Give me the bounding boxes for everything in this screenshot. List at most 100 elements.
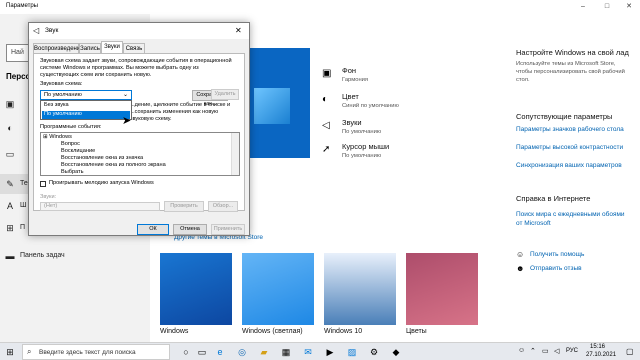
help-heading: Справка в Интернете <box>516 194 591 203</box>
theme-card-windows10[interactable] <box>324 253 396 325</box>
image-icon: ▣ <box>5 99 15 109</box>
scheme-select[interactable]: По умолчанию ⌄ <box>40 90 132 100</box>
people-icon[interactable]: ☺ <box>518 347 525 354</box>
theme-card-flowers[interactable] <box>406 253 478 325</box>
theme-option-value: Гармония <box>342 77 369 83</box>
list-item[interactable]: Восстановление окна из значка <box>61 155 143 162</box>
edge-icon[interactable]: e <box>214 346 226 358</box>
cursor-icon: ➚ <box>322 144 331 155</box>
notification-icon[interactable]: ▢ <box>626 347 634 356</box>
events-list[interactable]: ⊞ Windows Вопрос Восклицание Восстановле… <box>40 132 240 176</box>
events-scrollbar[interactable] <box>231 133 239 175</box>
get-help-link[interactable]: Получить помощь <box>530 251 584 258</box>
start-button[interactable]: ⊞ <box>4 346 16 358</box>
feedback-link[interactable]: Отправить отзыв <box>530 265 582 272</box>
cortana-icon[interactable]: ○ <box>180 346 192 358</box>
startup-checkbox-label: Проигрывать мелодию запуска Windows <box>49 180 154 186</box>
taskbar-icon: ▬ <box>5 251 15 261</box>
ok-button[interactable]: ОК <box>137 224 169 235</box>
theme-preview <box>244 48 310 158</box>
settings-search-text: Най <box>11 49 24 56</box>
network-icon[interactable]: ▭ <box>542 347 549 355</box>
close-button[interactable]: ✕ <box>618 0 640 14</box>
clock-date[interactable]: 27.10.2021 <box>586 352 616 358</box>
startup-checkbox[interactable] <box>40 181 46 187</box>
theme-card-windows-light[interactable] <box>242 253 314 325</box>
customize-heading: Настройте Windows на свой лад <box>516 48 629 57</box>
dropdown-option[interactable]: Без звука <box>42 102 130 110</box>
search-icon: ⌕ <box>27 347 32 356</box>
store-icon[interactable]: ▦ <box>280 346 292 358</box>
dialog-title: Звук <box>45 27 59 34</box>
sound-dialog: ◁ Звук ✕ Воспроизведение Запись Звуки Св… <box>28 22 250 236</box>
settings-gear-icon[interactable]: ⚙ <box>368 346 380 358</box>
events-label: Программные события: <box>40 124 102 130</box>
app-icon[interactable]: ◆ <box>390 346 402 358</box>
help-icon: ☺ <box>516 250 525 259</box>
chevron-down-icon: ⌄ <box>123 92 129 98</box>
list-item[interactable]: Выбрать <box>61 169 84 175</box>
palette-icon: ◐ <box>7 123 13 133</box>
list-item[interactable]: Вопрос <box>61 141 80 148</box>
taskbar: ⊞ ⌕ Введите здесь текст для поиска ○ ▭ e… <box>0 342 640 360</box>
list-item[interactable]: Восклицание <box>61 148 95 155</box>
clock-time[interactable]: 15:16 <box>590 344 605 350</box>
theme-option-label: Звуки <box>342 118 362 127</box>
scheme-label: Звуковая схема: <box>40 81 83 87</box>
related-settings-heading: Сопутствующие параметры <box>516 112 613 121</box>
dialog-close-button[interactable]: ✕ <box>235 26 242 35</box>
theme-card-label: Цветы <box>406 328 427 335</box>
sidebar-themes-partial: Те <box>20 180 28 187</box>
theme-card-label: Windows (светлая) <box>242 328 303 335</box>
dropdown-option-selected[interactable]: По умолчанию <box>42 111 130 119</box>
apply-button[interactable]: Применить <box>211 224 245 235</box>
high-contrast-link[interactable]: Параметры высокой контрастности <box>516 144 623 151</box>
theme-option-label: Цвет <box>342 92 359 101</box>
taskbar-search-placeholder: Введите здесь текст для поиска <box>39 349 136 356</box>
delete-button[interactable]: Удалить <box>211 89 239 100</box>
start-icon: ⊞ <box>6 223 14 233</box>
photos-icon[interactable]: ▨ <box>346 346 358 358</box>
desktop-icons-link[interactable]: Параметры значков рабочего стола <box>516 126 624 133</box>
sound-select[interactable]: (Нет) <box>40 202 160 211</box>
events-group-label: Windows <box>49 134 72 140</box>
scheme-description: Звуковая схема задает звуки, сопровождаю… <box>40 58 232 78</box>
sounds-tab-pane: Звуковая схема задает звуки, сопровождаю… <box>33 53 245 212</box>
events-group-windows[interactable]: ⊞ Windows <box>43 134 231 141</box>
font-icon: A <box>6 201 13 211</box>
maximize-button[interactable]: □ <box>596 0 618 14</box>
task-view-icon[interactable]: ▭ <box>196 346 208 358</box>
sidebar-item-taskbar[interactable]: ▬ Панель задач <box>0 246 150 266</box>
theme-card-label: Windows <box>160 328 189 335</box>
brush-icon: ✎ <box>6 179 14 189</box>
scheme-dropdown[interactable]: Без звука По умолчанию <box>40 100 132 120</box>
wallpaper-help-link[interactable]: Поиск мира с ежедневными обоями от Micro… <box>516 210 626 228</box>
scheme-hint: ...дение, щелкните событие в списке и ..… <box>130 102 231 122</box>
edge-browser-icon[interactable]: ◎ <box>236 346 248 358</box>
minimize-button[interactable]: – <box>572 0 594 14</box>
cancel-button[interactable]: Отмена <box>173 224 207 235</box>
chevron-up-icon[interactable]: ⌃ <box>530 347 536 355</box>
file-explorer-icon[interactable]: ▰ <box>258 346 270 358</box>
taskbar-search-input[interactable]: ⌕ Введите здесь текст для поиска <box>22 344 170 360</box>
speaker-icon: ◁ <box>33 26 40 35</box>
volume-icon[interactable]: ◁ <box>554 347 559 355</box>
scheme-selected-value: По умолчанию <box>44 92 82 98</box>
browse-button[interactable]: Обзор... <box>208 201 238 212</box>
language-indicator[interactable]: РУС <box>566 348 578 354</box>
sidebar-section-title: Персо <box>6 72 31 81</box>
palette-icon: ◐ <box>322 94 329 105</box>
theme-card-windows[interactable] <box>160 253 232 325</box>
list-item[interactable]: Восстановление окна из полного экрана <box>61 162 166 169</box>
speaker-icon: ◁ <box>322 120 330 131</box>
theme-option-value: По умолчанию <box>342 153 382 159</box>
sync-settings-link[interactable]: Синхронизация ваших параметров <box>516 162 622 169</box>
media-icon[interactable]: ▶ <box>324 346 336 358</box>
settings-title: Параметры <box>6 3 38 9</box>
sidebar-fonts-partial: Ш <box>20 202 27 209</box>
mail-icon[interactable]: ✉ <box>302 346 314 358</box>
feedback-icon: ☻ <box>516 264 525 273</box>
theme-option-label: Курсор мыши <box>342 142 390 151</box>
customize-text: Используйте темы из Microsoft Store, что… <box>516 61 625 83</box>
test-button[interactable]: Проверить <box>164 201 204 212</box>
